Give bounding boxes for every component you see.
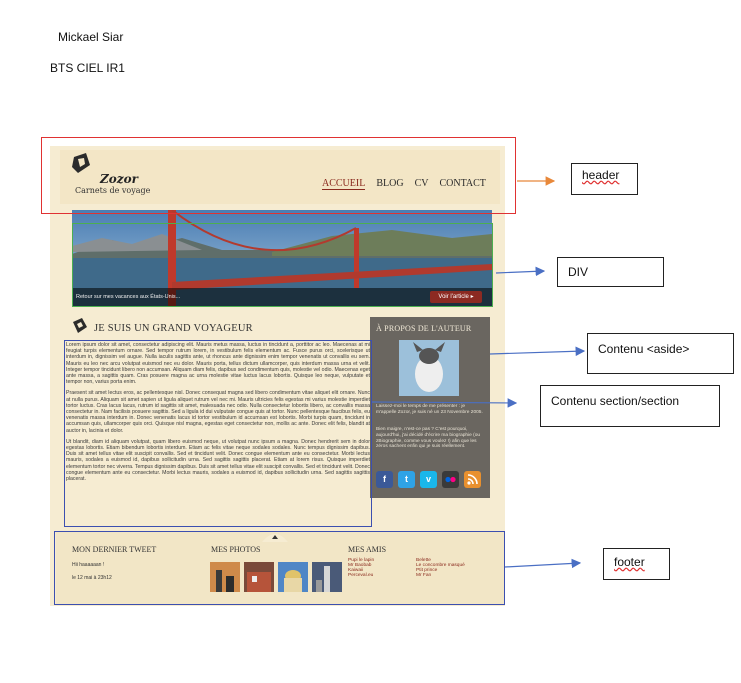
label-footer-text: footer [614, 555, 645, 569]
label-div: DIV [557, 257, 664, 287]
label-section: Contenu section/section [540, 385, 720, 427]
label-footer: footer [603, 548, 670, 580]
label-header: header [571, 163, 638, 195]
label-aside: Contenu <aside> [587, 333, 734, 374]
label-header-text: header [582, 168, 620, 182]
